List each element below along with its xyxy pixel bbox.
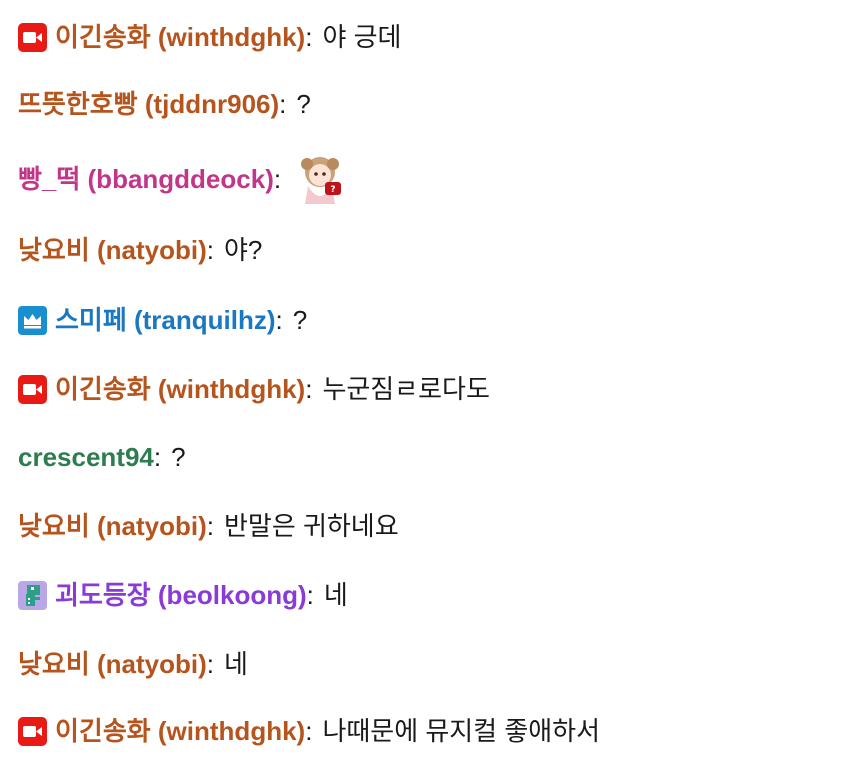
chat-message: 이긴송화 (winthdghk): 나때문에 뮤지컬 좋애하서 <box>18 711 600 751</box>
chat-username[interactable]: 뜨뜻한호빵 (tjddnr906) <box>18 84 279 124</box>
chat-message: 이긴송화 (winthdghk): 누군짐ㄹ로다도 <box>18 369 490 409</box>
chat-log: 이긴송화 (winthdghk): 야 긍데 뜨뜻한호빵 (tjddnr906)… <box>0 0 850 776</box>
chat-text: 야? <box>223 235 263 265</box>
chat-username[interactable]: 낮요비 (natyobi) <box>18 644 207 684</box>
chat-username[interactable]: 빵_떡 (bbangddeock) <box>18 159 274 199</box>
chat-message: 낮요비 (natyobi): 야? <box>18 230 262 270</box>
chat-text: ? <box>171 442 186 472</box>
anime-girl-emote[interactable]: ? <box>295 152 349 206</box>
chat-username[interactable]: 괴도등장 (beolkoong) <box>55 575 307 615</box>
chat-message: 낮요비 (natyobi): 반말은 귀하네요 <box>18 506 399 546</box>
chat-username[interactable]: 이긴송화 (winthdghk) <box>55 369 305 409</box>
chat-text: 야 긍데 <box>322 22 402 52</box>
chat-username[interactable]: crescent94 <box>18 437 154 477</box>
camera-icon[interactable] <box>18 374 47 404</box>
chat-text: ? <box>296 89 311 119</box>
chat-text: 네 <box>323 580 348 610</box>
chat-text: 네 <box>223 649 248 679</box>
chat-username[interactable]: 스미페 (tranquilhz) <box>55 300 276 340</box>
chat-text: 나때문에 뮤지컬 좋애하서 <box>322 716 601 746</box>
chat-message: 낮요비 (natyobi): 네 <box>18 644 248 684</box>
chat-message: 스미페 (tranquilhz): ? <box>18 300 307 340</box>
chat-username[interactable]: 낮요비 (natyobi) <box>18 230 207 270</box>
chat-message: crescent94: ? <box>18 437 186 477</box>
chat-message: 이긴송화 (winthdghk): 야 긍데 <box>18 17 401 57</box>
chat-message: 괴도등장 (beolkoong): 네 <box>18 575 348 615</box>
chat-username[interactable]: 이긴송화 (winthdghk) <box>55 711 305 751</box>
svg-text:?: ? <box>330 185 335 195</box>
dino-icon[interactable] <box>18 580 47 610</box>
chat-username[interactable]: 이긴송화 (winthdghk) <box>55 17 305 57</box>
chat-username[interactable]: 낮요비 (natyobi) <box>18 506 207 546</box>
camera-icon[interactable] <box>18 22 47 52</box>
chat-text: 반말은 귀하네요 <box>223 511 399 541</box>
chat-text: ? <box>292 305 308 335</box>
chat-message: 빵_떡 (bbangddeock): ? <box>18 152 349 206</box>
chat-message: 뜨뜻한호빵 (tjddnr906): ? <box>18 84 311 124</box>
camera-icon[interactable] <box>18 716 47 746</box>
chat-text: 누군짐ㄹ로다도 <box>322 374 490 404</box>
crown-icon[interactable] <box>18 305 47 335</box>
